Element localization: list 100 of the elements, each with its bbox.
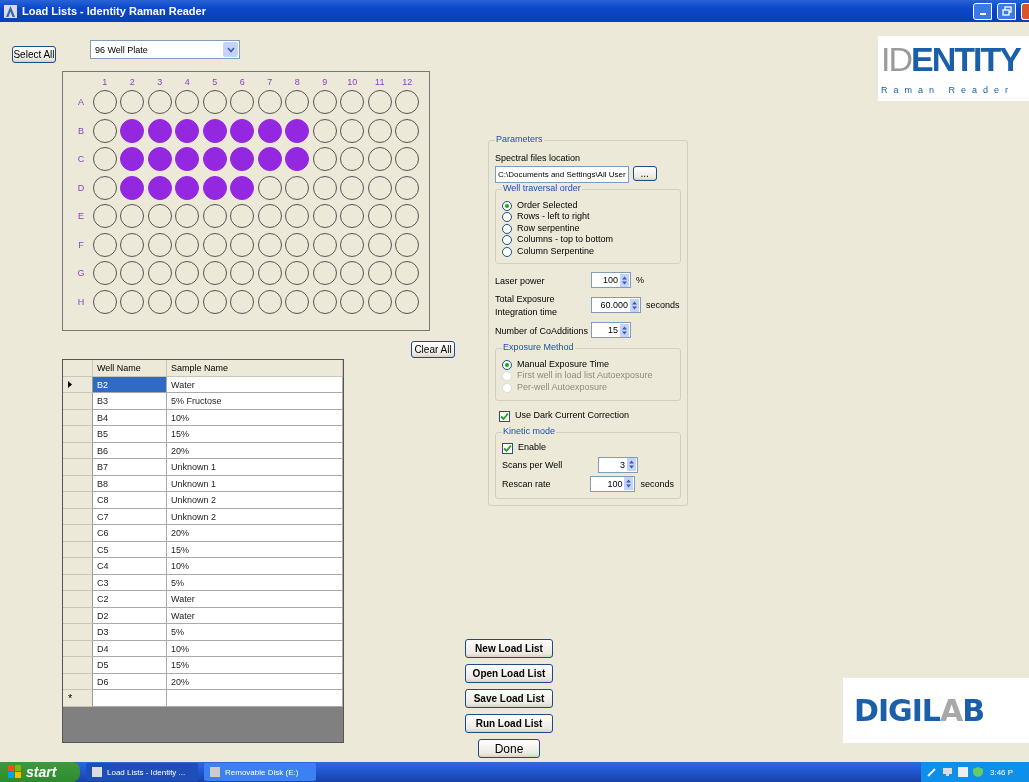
taskbar-button[interactable]: Removable Disk (E:)	[204, 763, 316, 781]
well-circle[interactable]	[257, 118, 282, 143]
well-circle[interactable]	[147, 147, 172, 172]
table-cell[interactable]: 15%	[167, 426, 343, 443]
well-circle[interactable]	[257, 147, 282, 172]
unit-label: seconds	[640, 478, 674, 489]
radio-button[interactable]	[502, 235, 512, 246]
table-cell[interactable]: 5%	[167, 624, 343, 641]
field-label: Scans per Well	[502, 460, 563, 471]
minimize-button[interactable]	[973, 2, 992, 20]
radio-label: Column Serpentine	[517, 246, 595, 257]
table-cell[interactable]: 10%	[167, 558, 343, 575]
checkbox[interactable]	[499, 410, 510, 422]
radio-button[interactable]	[502, 212, 512, 223]
spinner-arrows-icon[interactable]	[627, 458, 636, 472]
row-letter: F	[78, 239, 84, 250]
taskbar-button[interactable]: Load Lists - Identity ...	[86, 763, 198, 781]
row-letter: E	[78, 211, 84, 222]
well-circle[interactable]	[175, 147, 200, 172]
number-spinner[interactable]: 100	[591, 272, 631, 289]
radio-button[interactable]	[502, 223, 512, 234]
checkbox[interactable]	[502, 442, 513, 454]
well-circle[interactable]	[147, 175, 172, 200]
action-button[interactable]: New Load List	[465, 639, 553, 658]
spinner-arrows-icon[interactable]	[630, 298, 639, 312]
well-circle[interactable]	[175, 175, 200, 200]
number-spinner[interactable]: 100	[589, 475, 636, 492]
spinner-arrows-icon[interactable]	[620, 323, 629, 337]
well-circle[interactable]	[202, 175, 227, 200]
well-circle[interactable]	[120, 118, 145, 143]
row-letter: C	[77, 154, 85, 165]
column-number: 6	[239, 77, 245, 87]
restore-icon	[1001, 6, 1012, 16]
table-cell[interactable]: 15%	[167, 657, 343, 674]
table-cell[interactable]: D3	[93, 624, 167, 641]
column-header[interactable]: Sample Name	[167, 360, 343, 377]
plate-type-dropdown[interactable]: 96 Well Plate	[90, 40, 240, 59]
column-number: 3	[157, 77, 163, 87]
close-button[interactable]	[1021, 2, 1029, 20]
identity-logo: IDENTITY Raman Reader	[878, 36, 1029, 101]
table-cell[interactable]	[93, 690, 167, 707]
table-cell[interactable]: Water	[167, 591, 343, 608]
well-circle[interactable]	[120, 175, 145, 200]
well-circle[interactable]	[175, 118, 200, 143]
table-cell[interactable]: B3	[93, 393, 167, 410]
select-all-button[interactable]: Select All	[12, 46, 56, 63]
well-circle[interactable]	[202, 147, 227, 172]
action-button[interactable]: Run Load List	[465, 714, 553, 733]
radio-button[interactable]	[502, 359, 512, 370]
table-cell[interactable]: D5	[93, 657, 167, 674]
windows-flag-icon	[8, 765, 22, 779]
table-cell[interactable]: Unknown 2	[167, 492, 343, 509]
table-cell[interactable]: 5% Fructose	[167, 393, 343, 410]
column-header[interactable]: Well Name	[93, 360, 167, 377]
table-cell[interactable]: C6	[93, 525, 167, 542]
group-title: Exposure Method	[502, 342, 575, 353]
clock: 3:46 P	[990, 767, 1014, 777]
number-spinner[interactable]: 15	[591, 322, 631, 339]
action-button[interactable]: Save Load List	[465, 689, 553, 708]
number-spinner[interactable]: 60.000	[591, 297, 641, 314]
radio-button[interactable]	[502, 200, 512, 211]
table-cell[interactable]: 20%	[167, 525, 343, 542]
well-circle[interactable]	[285, 118, 310, 143]
start-button[interactable]: start	[0, 762, 80, 782]
pen-icon[interactable]	[927, 767, 937, 777]
path-field[interactable]: C:\Documents and Settings\All User	[495, 165, 629, 183]
table-cell[interactable]: C4	[93, 558, 167, 575]
browse-button[interactable]: ...	[632, 165, 657, 181]
table-cell[interactable]: C2	[93, 591, 167, 608]
spinner-arrows-icon[interactable]	[624, 477, 634, 491]
well-circle[interactable]	[230, 175, 255, 200]
monitor-icon[interactable]	[942, 767, 953, 777]
column-number: 7	[267, 77, 273, 87]
restore-button[interactable]	[997, 2, 1016, 20]
well-circle[interactable]	[147, 118, 172, 143]
radio-label: Per-well Autoexposure	[517, 382, 608, 393]
column-number: 1	[102, 77, 108, 87]
radio-label: Rows - left to right	[517, 212, 590, 223]
table-cell[interactable]: Unknown 1	[167, 459, 343, 476]
spinner-arrows-icon[interactable]	[620, 273, 629, 287]
table-cell[interactable]	[167, 690, 343, 707]
clear-all-button[interactable]: Clear All	[411, 341, 455, 358]
table-cell[interactable]: B5	[93, 426, 167, 443]
new-row-marker: *	[63, 690, 93, 707]
table-cell[interactable]: C8	[93, 492, 167, 509]
field-label: Spectral files location	[495, 153, 581, 163]
well-circle[interactable]	[230, 118, 255, 143]
action-button[interactable]: Open Load List	[465, 664, 553, 683]
checkbox-label: Enable	[518, 443, 547, 454]
well-circle[interactable]	[230, 147, 255, 172]
table-cell[interactable]: B7	[93, 459, 167, 476]
number-spinner[interactable]: 3	[598, 456, 638, 473]
radio-label: Order Selected	[517, 200, 578, 211]
column-number: 12	[402, 77, 413, 87]
radio-button[interactable]	[502, 246, 512, 257]
well-circle[interactable]	[285, 147, 310, 172]
group-title: Well traversal order	[502, 182, 582, 193]
well-circle[interactable]	[202, 118, 227, 143]
done-button[interactable]: Done	[478, 739, 540, 758]
well-circle[interactable]	[120, 147, 145, 172]
